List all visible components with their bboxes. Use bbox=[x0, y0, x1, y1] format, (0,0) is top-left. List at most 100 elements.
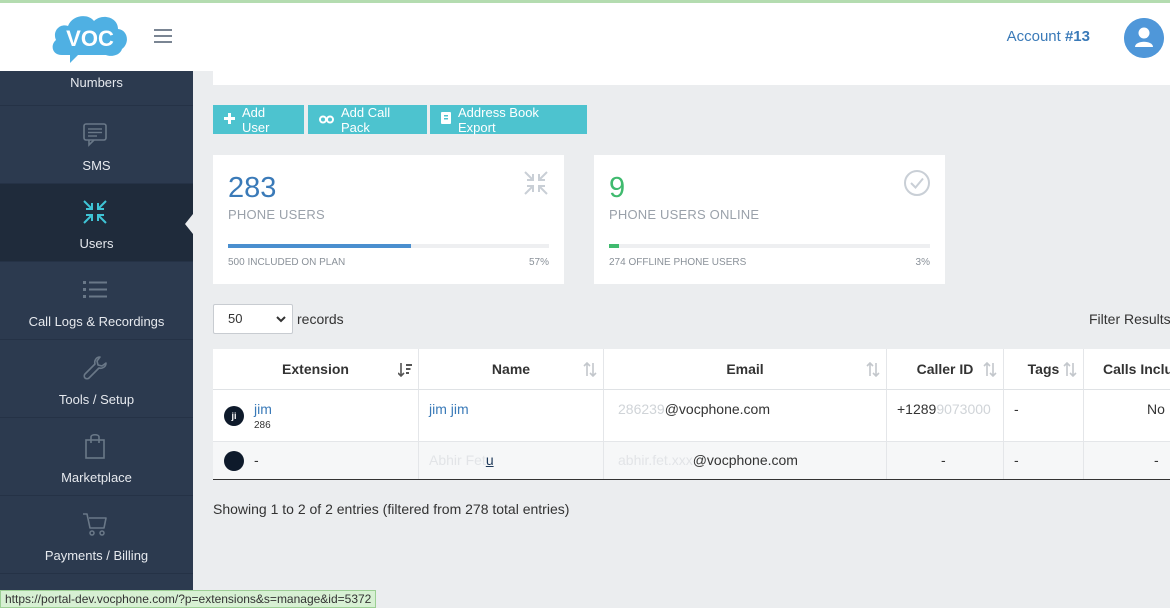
phone-users-percent: 57% bbox=[528, 257, 549, 268]
phone-users-online-card: 9 PHONE USERS ONLINE 274 OFFLINE PHONE U… bbox=[594, 155, 945, 284]
offline-users-label: 274 OFFLINE PHONE USERS bbox=[609, 257, 747, 268]
column-header-email[interactable]: Email bbox=[604, 349, 887, 390]
hamburger-menu-icon[interactable] bbox=[154, 29, 172, 43]
column-label: Caller ID bbox=[916, 361, 974, 377]
email-cell: 286239@vocphone.com bbox=[604, 390, 887, 442]
column-label: Tags bbox=[1027, 361, 1060, 377]
included-on-plan-label: 500 INCLUDED ON PLAN bbox=[228, 257, 346, 268]
phone-users-count: 283 bbox=[228, 172, 277, 204]
infinity-icon bbox=[319, 112, 334, 127]
email-domain: @vocphone.com bbox=[664, 401, 770, 417]
calls-included-cell: - bbox=[1084, 442, 1170, 479]
calls-included-cell: No bbox=[1084, 390, 1170, 442]
extension-link[interactable]: jim bbox=[254, 401, 272, 417]
table-info-text: Showing 1 to 2 of 2 entries (filtered fr… bbox=[213, 501, 570, 517]
sort-icon bbox=[983, 362, 997, 377]
add-user-button[interactable]: Add User bbox=[213, 104, 304, 135]
sort-icon bbox=[866, 362, 880, 377]
tags-value: - bbox=[1014, 452, 1019, 468]
column-header-calls-included[interactable]: Calls Inclu bbox=[1084, 349, 1170, 390]
online-count: 9 bbox=[609, 172, 626, 204]
sidebar-item-label: Call Logs & Recordings bbox=[28, 314, 165, 329]
caller-id-text: +1289 bbox=[897, 401, 937, 417]
tags-value: - bbox=[1014, 401, 1019, 417]
sidebar-item-payments-billing[interactable]: Payments / Billing bbox=[0, 496, 193, 574]
address-book-export-button[interactable]: Address Book Export bbox=[430, 104, 587, 135]
user-name-link[interactable]: jim jim bbox=[429, 401, 469, 417]
phone-users-title: PHONE USERS bbox=[228, 207, 325, 222]
cart-icon bbox=[83, 513, 107, 536]
email-cell: abhir.fet.xxx@vocphone.com bbox=[604, 442, 887, 479]
check-circle-icon bbox=[904, 170, 930, 196]
voc-logo[interactable]: VOC bbox=[48, 9, 132, 65]
sidebar-item-label: Numbers bbox=[70, 75, 123, 90]
sidebar-item-tools-setup[interactable]: Tools / Setup bbox=[0, 340, 193, 418]
add-call-pack-label: Add Call Pack bbox=[341, 104, 391, 135]
column-label: Calls Inclu bbox=[1103, 361, 1170, 377]
extension-value: - bbox=[254, 452, 259, 468]
extension-cell: ji jim 286 bbox=[213, 390, 419, 442]
list-icon bbox=[83, 281, 107, 298]
user-initials-badge bbox=[224, 451, 244, 471]
column-header-tags[interactable]: Tags bbox=[1004, 349, 1084, 390]
email-prefix-redacted: 286239 bbox=[618, 401, 665, 417]
chevron-down-icon bbox=[276, 316, 286, 323]
email-value: abhir.fet.xxx@vocphone.com bbox=[618, 452, 798, 468]
caller-id-cell: +12899073000 bbox=[887, 390, 1004, 442]
column-label: Name bbox=[491, 361, 531, 377]
logo-area: VOC bbox=[0, 3, 193, 71]
sidebar-item-label: SMS bbox=[82, 158, 111, 173]
extension-cell: - bbox=[213, 442, 419, 479]
online-progress-fill bbox=[609, 244, 619, 248]
sort-icon bbox=[583, 362, 597, 377]
chat-icon bbox=[83, 123, 107, 147]
sort-desc-icon bbox=[398, 363, 412, 377]
phone-users-card: 283 PHONE USERS 500 INCLUDED ON PLAN 57% bbox=[213, 155, 564, 284]
user-name-text: u bbox=[485, 452, 494, 468]
extension-number: 286 bbox=[254, 420, 271, 431]
sidebar-item-users[interactable]: Users bbox=[0, 184, 193, 262]
column-header-name[interactable]: Name bbox=[419, 349, 604, 390]
sidebar-item-label: Marketplace bbox=[61, 470, 132, 485]
records-per-page-select[interactable]: 50 bbox=[213, 304, 293, 334]
column-label: Email bbox=[726, 361, 764, 377]
caller-id-value: +12899073000 bbox=[897, 401, 991, 417]
status-bar-url: https://portal-dev.vocphone.com/?p=exten… bbox=[0, 590, 377, 608]
tags-cell: - bbox=[1004, 442, 1084, 479]
online-percent: 3% bbox=[915, 257, 930, 268]
sidebar-item-label: Payments / Billing bbox=[44, 548, 149, 563]
column-header-caller-id[interactable]: Caller ID bbox=[887, 349, 1004, 390]
sidebar-nav: Numbers SMS Users Call Logs & Recordings… bbox=[0, 71, 193, 574]
column-header-extension[interactable]: Extension bbox=[213, 349, 419, 390]
address-book-icon bbox=[441, 112, 451, 127]
wrench-icon bbox=[83, 356, 107, 380]
email-domain: @vocphone.com bbox=[692, 452, 798, 468]
user-name-link[interactable]: Abhir Fetu bbox=[429, 452, 494, 468]
column-label: Extension bbox=[282, 361, 349, 377]
sort-icon bbox=[1063, 362, 1077, 377]
sidebar-item-marketplace[interactable]: Marketplace bbox=[0, 418, 193, 496]
compress-arrows-icon bbox=[83, 200, 107, 224]
records-selected-value: 50 bbox=[228, 311, 243, 326]
user-initials-badge: ji bbox=[224, 406, 244, 426]
account-text: Account bbox=[1006, 28, 1061, 45]
svg-text:VOC: VOC bbox=[66, 26, 114, 51]
online-progress-track bbox=[609, 244, 930, 248]
address-book-export-label: Address Book Export bbox=[458, 104, 539, 135]
online-title: PHONE USERS ONLINE bbox=[609, 207, 760, 222]
add-user-label: Add User bbox=[242, 104, 270, 135]
add-call-pack-button[interactable]: Add Call Pack bbox=[308, 104, 427, 135]
users-table: Extension Name Email Caller ID Tags Call… bbox=[213, 349, 1170, 480]
sidebar-item-numbers[interactable]: Numbers bbox=[0, 71, 193, 106]
caller-id-value: - bbox=[941, 452, 946, 468]
name-cell: Abhir Fetu bbox=[419, 442, 604, 479]
sidebar-item-sms[interactable]: SMS bbox=[0, 106, 193, 184]
compress-arrows-icon bbox=[524, 171, 548, 195]
tags-cell: - bbox=[1004, 390, 1084, 442]
account-label[interactable]: Account #13 bbox=[1007, 28, 1090, 45]
shopping-bag-icon bbox=[85, 433, 105, 459]
name-cell: jim jim bbox=[419, 390, 604, 442]
sidebar-item-call-logs[interactable]: Call Logs & Recordings bbox=[0, 262, 193, 340]
user-avatar-icon[interactable] bbox=[1124, 18, 1164, 58]
caller-id-cell: - bbox=[887, 442, 1004, 479]
